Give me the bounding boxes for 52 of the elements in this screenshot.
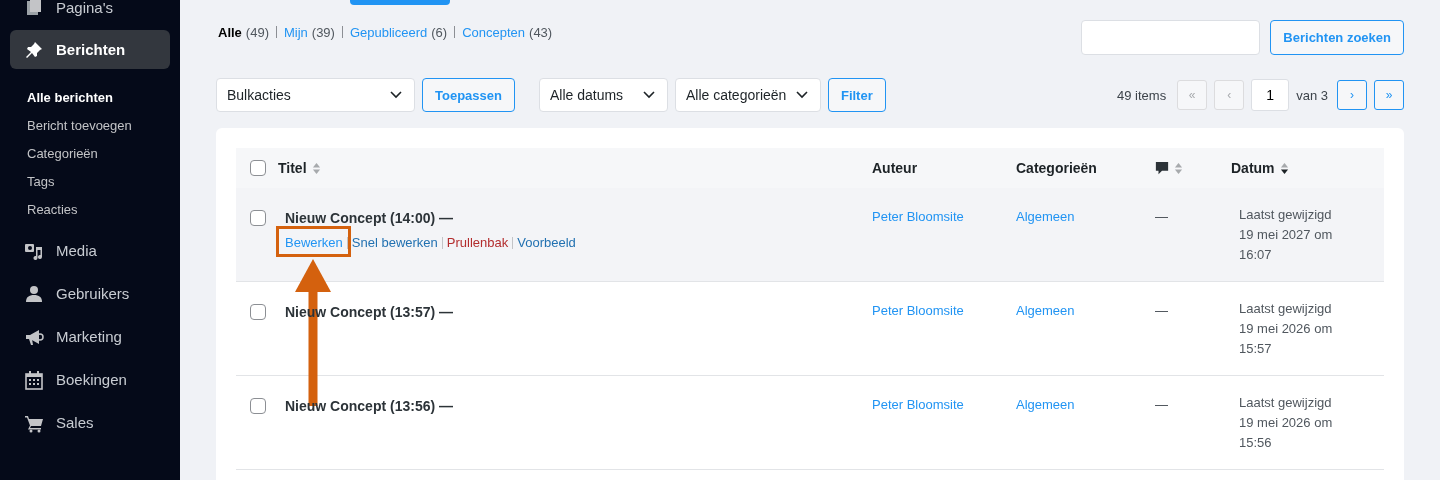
view-count: (6) [431, 24, 448, 40]
calendar-icon [24, 369, 44, 390]
filter-select[interactable]: Alle categorieën [674, 78, 821, 112]
chevron-icon [795, 91, 808, 99]
page-field[interactable]: 1 [1251, 79, 1290, 111]
page-total: van 3 [1296, 87, 1328, 103]
submenu-item[interactable]: Reacties [27, 196, 170, 224]
post-title[interactable]: Nieuw Concept (14:00) — [285, 210, 454, 226]
menu-item[interactable]: Sales [10, 403, 170, 442]
column-header[interactable]: Datum [1231, 160, 1275, 176]
menu-item[interactable]: Media [10, 231, 170, 270]
pin-icon [24, 39, 44, 60]
date-text: Laatst gewijzigd 19 mei 2027 om 16:07 [1238, 206, 1334, 264]
column-header[interactable]: Auteur [872, 160, 918, 176]
view-count: (39) [311, 24, 335, 40]
comment-count: — [1155, 209, 1168, 224]
view-filter-link[interactable]: Alle [218, 24, 242, 40]
column-header[interactable]: Categorieën [1016, 160, 1097, 176]
menu-item[interactable]: Boekingen [10, 360, 170, 399]
view-count: (43) [529, 24, 553, 40]
date-text: Laatst gewijzigd 19 mei 2026 om 15:57 [1238, 300, 1334, 358]
pages-icon [24, 0, 44, 17]
menu-item[interactable]: Marketing [10, 317, 170, 356]
comment-icon [1155, 161, 1169, 175]
comment-count: — [1155, 397, 1168, 412]
row-checkbox[interactable] [250, 210, 266, 226]
view-count: (49) [245, 24, 269, 40]
item-count: 49 items [1117, 87, 1167, 103]
user-icon [24, 283, 44, 304]
chevron-icon [390, 91, 402, 99]
select-all-checkbox[interactable] [250, 160, 266, 176]
menu-item[interactable]: Gebruikers [10, 274, 170, 313]
comment-count: — [1155, 303, 1168, 318]
date-text: Laatst gewijzigd 19 mei 2026 om 15:56 [1238, 394, 1334, 452]
row-checkbox[interactable] [250, 304, 266, 320]
submenu-item[interactable]: Bericht toevoegen [27, 112, 170, 140]
search-field[interactable] [1081, 20, 1261, 55]
row-action-link[interactable]: Prullenbak [446, 235, 509, 250]
chevron-icon [642, 91, 655, 99]
submenu-item[interactable]: Categorieën [27, 140, 170, 168]
submenu-item[interactable]: Alle berichten [27, 84, 170, 112]
row-checkbox[interactable] [250, 398, 266, 414]
menu-item[interactable]: Berichten [10, 30, 170, 69]
row-action-link[interactable]: Voorbeeld [517, 235, 576, 250]
menu-item[interactable]: Pagina's [10, 0, 170, 26]
column-header[interactable]: Titel [278, 160, 307, 176]
sort-icon[interactable] [1279, 160, 1289, 176]
post-title[interactable]: Nieuw Concept (13:56) — [285, 398, 454, 414]
bulk-actions-select[interactable]: Bulkacties [216, 78, 415, 112]
filter-select[interactable]: Alle datums [538, 78, 668, 112]
row-action-link[interactable]: Snel bewerken [351, 235, 438, 250]
submenu-item[interactable]: Tags [27, 168, 170, 196]
